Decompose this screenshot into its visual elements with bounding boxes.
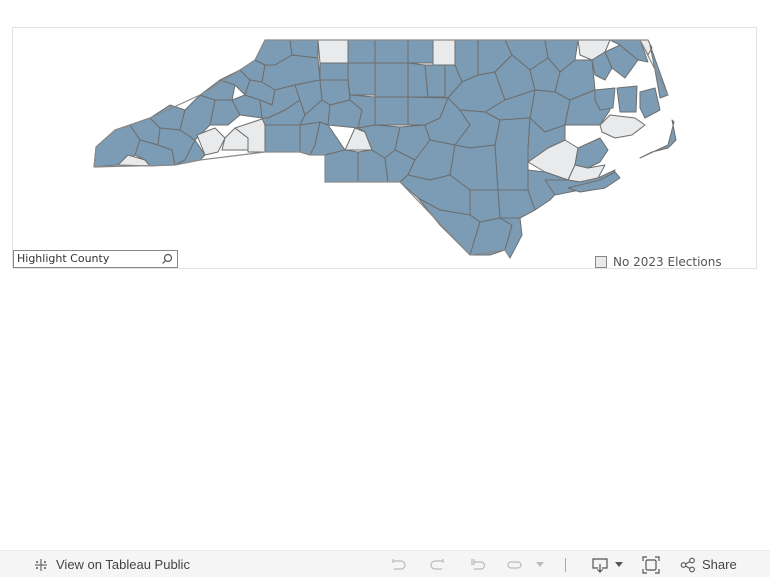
refresh-dropdown[interactable] bbox=[536, 551, 544, 578]
county[interactable] bbox=[347, 62, 376, 96]
county[interactable] bbox=[424, 64, 446, 98]
county[interactable] bbox=[324, 149, 359, 183]
toolbar-divider bbox=[565, 558, 566, 572]
county[interactable] bbox=[347, 39, 376, 64]
legend: No 2023 Elections bbox=[595, 255, 722, 269]
chevron-down-icon bbox=[615, 561, 623, 567]
county[interactable] bbox=[594, 87, 616, 111]
legend-swatch-no-election[interactable] bbox=[595, 256, 607, 268]
fullscreen-icon bbox=[642, 555, 660, 574]
search-icon[interactable] bbox=[161, 253, 173, 265]
nc-county-map[interactable] bbox=[0, 0, 770, 280]
share-button[interactable]: Share bbox=[680, 551, 737, 578]
county-no-election[interactable] bbox=[317, 39, 349, 64]
county[interactable] bbox=[319, 62, 349, 81]
legend-label: No 2023 Elections bbox=[613, 255, 722, 269]
county[interactable] bbox=[574, 137, 609, 169]
county[interactable] bbox=[289, 39, 319, 59]
view-on-tableau-link[interactable]: View on Tableau Public bbox=[33, 551, 190, 578]
chevron-down-icon bbox=[536, 561, 544, 567]
county[interactable] bbox=[494, 117, 531, 191]
county[interactable] bbox=[639, 87, 661, 119]
download-icon bbox=[592, 557, 608, 573]
undo-button[interactable] bbox=[389, 551, 407, 578]
redo-button[interactable] bbox=[429, 551, 447, 578]
county[interactable] bbox=[374, 62, 409, 98]
county[interactable] bbox=[616, 85, 638, 113]
share-label: Share bbox=[702, 557, 737, 572]
download-button[interactable] bbox=[591, 551, 623, 578]
highlight-county-search[interactable]: Highlight County bbox=[13, 250, 178, 268]
share-icon bbox=[680, 557, 695, 572]
search-placeholder: Highlight County bbox=[17, 252, 110, 265]
tableau-logo-icon bbox=[35, 558, 47, 571]
tableau-toolbar: View on Tableau Public Share bbox=[0, 550, 770, 577]
county[interactable] bbox=[639, 119, 677, 159]
fullscreen-button[interactable] bbox=[642, 551, 660, 578]
county[interactable] bbox=[469, 189, 501, 223]
refresh-icon bbox=[507, 560, 522, 569]
county-no-election[interactable] bbox=[432, 39, 456, 66]
county[interactable] bbox=[374, 39, 409, 64]
refresh-button[interactable] bbox=[506, 551, 524, 578]
undo-icon bbox=[392, 558, 406, 570]
county-no-election[interactable] bbox=[599, 114, 646, 139]
county[interactable] bbox=[407, 39, 434, 64]
revert-icon bbox=[471, 558, 486, 570]
county[interactable] bbox=[264, 124, 301, 153]
county[interactable] bbox=[374, 96, 409, 126]
revert-button[interactable] bbox=[469, 551, 487, 578]
redo-icon bbox=[430, 558, 444, 570]
view-on-tableau-label: View on Tableau Public bbox=[56, 557, 190, 572]
